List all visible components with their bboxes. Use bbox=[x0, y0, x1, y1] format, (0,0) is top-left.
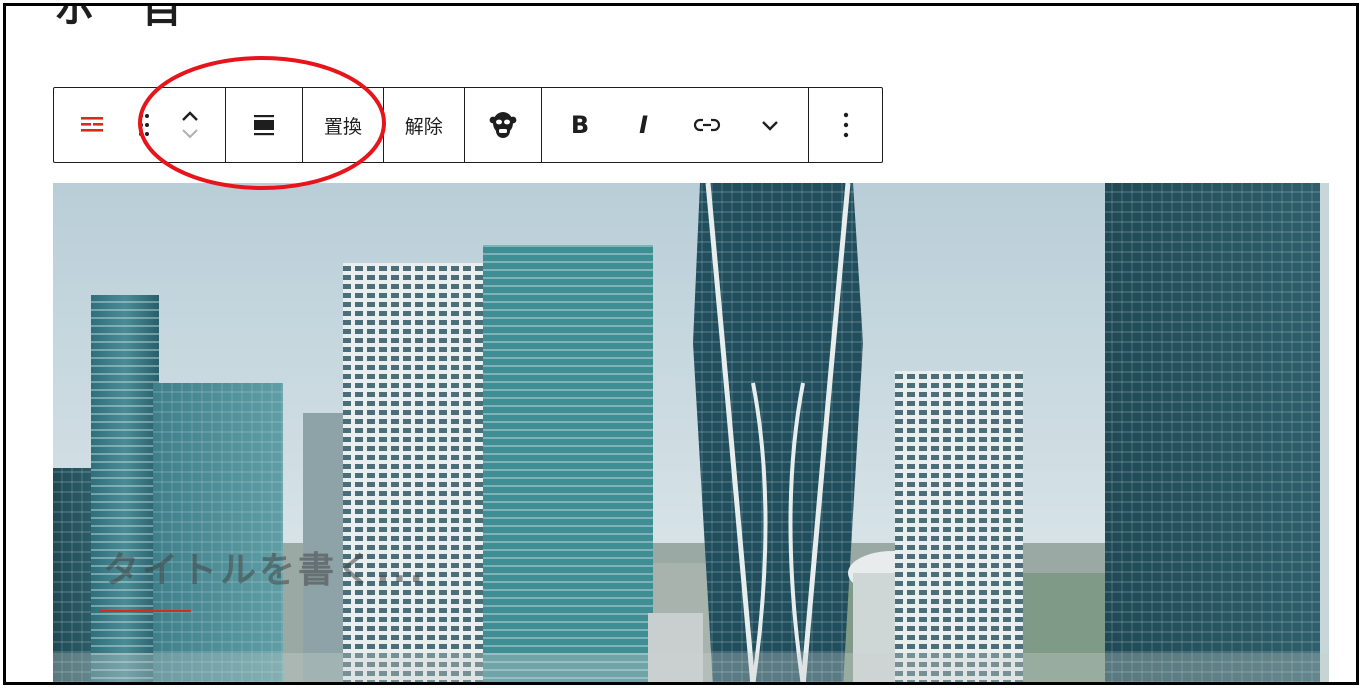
block-type-icon bbox=[81, 117, 103, 132]
align-button[interactable] bbox=[226, 88, 302, 162]
more-options-icon bbox=[843, 112, 848, 138]
toolbar-group-replace: 置換 bbox=[303, 88, 384, 162]
unlink-button[interactable]: 解除 bbox=[405, 88, 443, 162]
link-icon bbox=[693, 118, 721, 132]
block-type-button[interactable] bbox=[54, 88, 130, 162]
toolbar-group-block bbox=[54, 88, 227, 162]
link-button[interactable] bbox=[687, 88, 727, 162]
more-options-button[interactable] bbox=[843, 88, 849, 162]
editor-frame: ホ 目 置換 解除 B I タイトルを書く... bbox=[3, 3, 1359, 685]
toolbar-group-unlink: 解除 bbox=[384, 88, 465, 162]
chevron-down-icon bbox=[762, 121, 779, 131]
cover-title-placeholder[interactable]: タイトルを書く... bbox=[103, 541, 426, 593]
block-mover bbox=[158, 88, 222, 162]
move-up-icon[interactable] bbox=[181, 110, 199, 122]
toolbar-group-format: B I bbox=[542, 88, 810, 162]
bold-button[interactable]: B bbox=[560, 88, 600, 162]
city-skyline-image bbox=[53, 183, 1329, 682]
cover-image-block[interactable]: タイトルを書く... bbox=[53, 183, 1329, 682]
more-formats-button[interactable] bbox=[750, 88, 790, 162]
monkey-icon bbox=[489, 112, 517, 138]
align-icon bbox=[254, 115, 275, 136]
toolbar-group-align bbox=[226, 88, 304, 162]
move-down-icon[interactable] bbox=[181, 128, 199, 140]
page-heading-fragment: ホ 目 bbox=[54, 3, 186, 32]
drag-handle-button[interactable] bbox=[130, 88, 158, 162]
plugin-button[interactable] bbox=[489, 88, 517, 162]
block-toolbar: 置換 解除 B I bbox=[53, 87, 883, 163]
title-underline bbox=[99, 610, 191, 612]
drag-handle-icon bbox=[139, 114, 149, 136]
italic-button[interactable]: I bbox=[624, 88, 664, 162]
replace-button[interactable]: 置換 bbox=[324, 88, 362, 162]
toolbar-group-options bbox=[809, 88, 882, 162]
toolbar-group-plugin bbox=[465, 88, 543, 162]
